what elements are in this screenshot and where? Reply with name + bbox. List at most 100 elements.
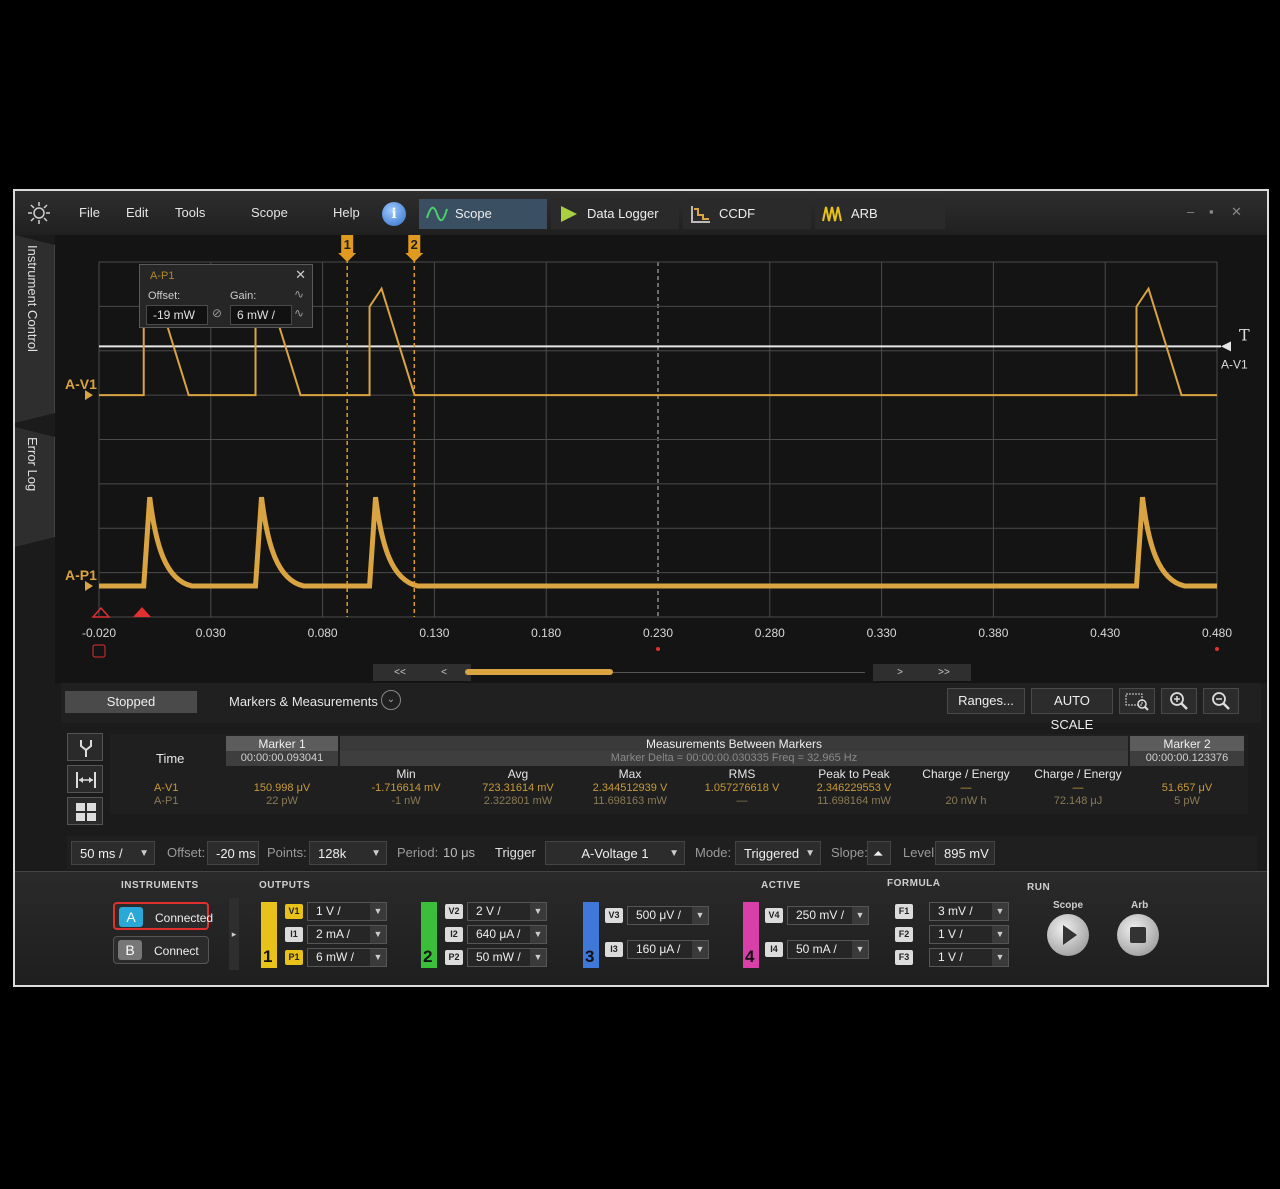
chevron-down-icon[interactable]: ⌄: [381, 690, 401, 710]
v1-rms: 1.057276618 V: [704, 782, 780, 794]
chevron-down-icon: ▼: [852, 907, 868, 924]
channel-4-tag-0: V4: [765, 908, 783, 923]
trigger-position-icon[interactable]: [91, 606, 111, 618]
run-scope-button[interactable]: [1047, 914, 1089, 956]
instrument-a-button[interactable]: A Connected: [113, 902, 213, 930]
run-arb-button[interactable]: [1117, 914, 1159, 956]
ranges-button[interactable]: Ranges...: [947, 688, 1025, 714]
side-tab-error-log[interactable]: Error Log: [15, 427, 55, 547]
instrument-b-button[interactable]: B Connect: [113, 936, 209, 964]
col-min: Min: [396, 767, 416, 781]
zoom-out-icon[interactable]: [1203, 688, 1239, 714]
marker-span-icon[interactable]: [67, 765, 103, 793]
period-value: 10 μs: [443, 845, 476, 860]
channel-1-scale-2[interactable]: 6 mW / ▼: [307, 948, 387, 967]
scroll-prev-button[interactable]: <: [417, 664, 471, 681]
tab-ccdf[interactable]: CCDF: [683, 199, 811, 229]
side-tab-instrument-control[interactable]: Instrument Control: [15, 235, 55, 423]
tab-arb[interactable]: ARB: [815, 199, 945, 229]
trigger-level-input[interactable]: 895 mV: [935, 841, 995, 865]
channel-1-strip[interactable]: 1: [261, 902, 277, 968]
markers-measurements-title[interactable]: Markers & Measurements: [229, 694, 378, 709]
chevron-down-icon: ▼: [139, 848, 149, 859]
chevron-down-icon: ▼: [992, 903, 1008, 920]
menu-bar: File Edit Tools Scope Help i Scope Data …: [15, 191, 1267, 235]
chevron-down-icon: ▼: [530, 903, 546, 920]
channel-1-scale-1[interactable]: 2 mA / ▼: [307, 925, 387, 944]
offset-input[interactable]: -20 ms: [207, 841, 259, 865]
col-max: Max: [618, 767, 642, 781]
zoom-in-icon[interactable]: [1161, 688, 1197, 714]
tick-dot-icon: [656, 647, 660, 651]
channel-4-scale-1[interactable]: 50 mA / ▼: [787, 940, 869, 959]
scope-display[interactable]: T A-V1 A-V1 A-P1 1 2 -0.020 0.030 0.080 0.130 0.18…: [55, 235, 1267, 683]
info-icon[interactable]: i: [382, 202, 406, 226]
maximize-icon[interactable]: ▪: [1209, 204, 1214, 219]
channel-2-scale-1[interactable]: 640 μA / ▼: [467, 925, 547, 944]
timebase-select[interactable]: 50 ms / ▼: [71, 841, 155, 865]
channel-3-strip[interactable]: 3: [583, 902, 599, 968]
channel-2-scale-0[interactable]: 2 V / ▼: [467, 902, 547, 921]
timeline-scroll-thumb[interactable]: [465, 669, 613, 675]
trace-label-a-v1[interactable]: A-V1: [65, 376, 97, 392]
menu-edit[interactable]: Edit: [126, 205, 148, 220]
trigger-mode-select[interactable]: Triggered ▼: [735, 841, 821, 865]
tab-scope[interactable]: Scope: [419, 199, 547, 229]
x-tick-label: 0.180: [531, 626, 561, 640]
channel-1-scale-0[interactable]: 1 V / ▼: [307, 902, 387, 921]
chevron-down-icon: ▼: [692, 941, 708, 958]
chevron-right-icon[interactable]: ▸: [229, 898, 239, 970]
grid-layout-icon[interactable]: [67, 797, 103, 825]
control-bar: INSTRUMENTS OUTPUTS ACTIVE FORMULA RUN A…: [15, 871, 1267, 985]
channel-3-scale-0[interactable]: 500 μV / ▼: [627, 906, 709, 925]
tab-data-logger[interactable]: Data Logger: [551, 199, 679, 229]
probe-tool-icon[interactable]: [67, 733, 103, 761]
menu-tools[interactable]: Tools: [175, 205, 205, 220]
channel-2-scale-2[interactable]: 50 mW / ▼: [467, 948, 547, 967]
close-icon[interactable]: ✕: [1231, 204, 1242, 220]
marker1-arrow-icon[interactable]: [338, 253, 357, 262]
slope-label: Slope:: [831, 845, 868, 860]
timebase-origin-icon[interactable]: [92, 644, 106, 658]
auto-scale-button[interactable]: AUTO SCALE: [1031, 688, 1113, 732]
channel-4-strip[interactable]: 4: [743, 902, 759, 968]
channel-3-scale-1[interactable]: 160 μA / ▼: [627, 940, 709, 959]
menu-help[interactable]: Help: [333, 205, 360, 220]
scroll-last-button[interactable]: >>: [917, 664, 971, 681]
minimize-icon[interactable]: ‒: [1187, 204, 1194, 219]
points-select[interactable]: 128k ▼: [309, 841, 387, 865]
formula-scale-1[interactable]: 1 V / ▼: [929, 925, 1009, 944]
instrument-b-badge: B: [118, 940, 142, 960]
marker2-time: 00:00:00.123376: [1130, 751, 1244, 766]
formula-scale-2[interactable]: 1 V / ▼: [929, 948, 1009, 967]
chevron-down-icon: ▼: [530, 926, 546, 943]
zoom-box-icon[interactable]: [1119, 688, 1155, 714]
trigger-arrow-icon[interactable]: [1221, 341, 1231, 352]
menu-scope[interactable]: Scope: [251, 205, 288, 220]
popup-gain-field[interactable]: 6 mW /: [230, 305, 292, 325]
marker2-arrow-icon[interactable]: [405, 253, 424, 262]
popup-close-icon[interactable]: ✕: [295, 267, 306, 283]
channel-4-scale-0[interactable]: 250 mV / ▼: [787, 906, 869, 925]
offset-reset-icon[interactable]: ⊘: [212, 306, 222, 320]
between-markers-header: Measurements Between Markers: [340, 736, 1128, 752]
run-title: RUN: [1027, 882, 1051, 893]
ac-coupling-icon[interactable]: ∿: [294, 287, 304, 301]
tab-ccdf-label: CCDF: [719, 206, 756, 221]
gain-wave-icon[interactable]: ∿: [294, 306, 304, 320]
ccdf-chart-icon: [691, 206, 710, 223]
trigger-point-icon[interactable]: [133, 607, 151, 617]
popup-gain-label: Gain:: [230, 290, 257, 302]
p1-charge-energy-2: 72.148 μJ: [1053, 795, 1103, 807]
trigger-source-select[interactable]: A-Voltage 1 ▼: [545, 841, 685, 865]
popup-offset-label: Offset:: [148, 290, 181, 302]
menu-file[interactable]: File: [79, 205, 100, 220]
marker2-header: Marker 2: [1130, 736, 1244, 752]
formula-scale-0[interactable]: 3 mV / ▼: [929, 902, 1009, 921]
channel-2-strip[interactable]: 2: [421, 902, 437, 968]
trace-label-a-p1[interactable]: A-P1: [65, 567, 97, 583]
col-rms: RMS: [728, 767, 756, 781]
popup-offset-field[interactable]: -19 mW: [146, 305, 208, 325]
play-icon: [561, 206, 577, 222]
rising-slope-icon[interactable]: ⏶: [867, 841, 891, 865]
